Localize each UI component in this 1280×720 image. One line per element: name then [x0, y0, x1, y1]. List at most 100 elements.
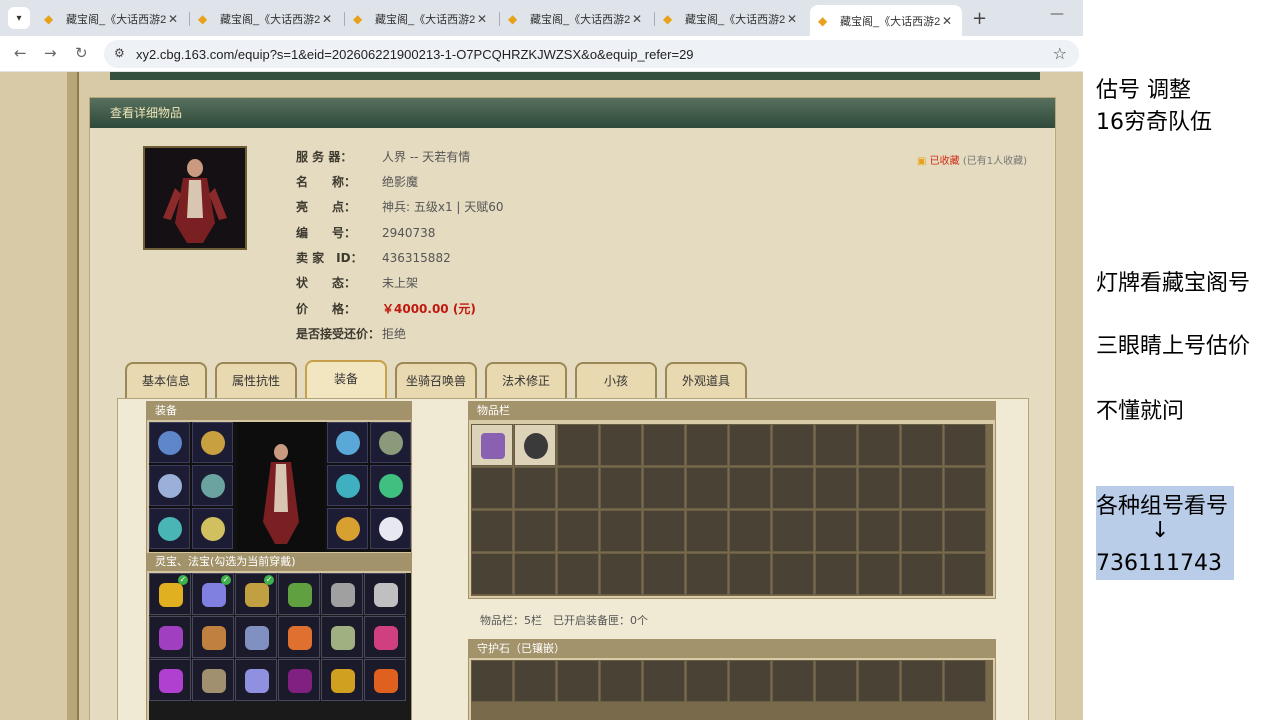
lingbao-slot[interactable]	[364, 616, 406, 658]
inventory-slot[interactable]	[557, 510, 599, 552]
inventory-slot[interactable]	[901, 424, 943, 466]
equip-slot[interactable]	[149, 465, 190, 506]
close-icon[interactable]: ✕	[320, 12, 334, 26]
lingbao-slot[interactable]	[321, 573, 363, 615]
inventory-slot[interactable]	[514, 424, 556, 466]
close-icon[interactable]: ✕	[785, 12, 799, 26]
tab-spell-correction[interactable]: 法术修正	[485, 362, 567, 398]
lingbao-slot[interactable]: ✓	[235, 573, 277, 615]
guard-slot[interactable]	[729, 660, 771, 702]
inventory-slot[interactable]	[729, 467, 771, 509]
inventory-slot[interactable]	[557, 467, 599, 509]
guard-slot[interactable]	[772, 660, 814, 702]
inventory-slot[interactable]	[858, 467, 900, 509]
inventory-slot[interactable]	[686, 553, 728, 595]
lingbao-slot[interactable]	[364, 659, 406, 701]
lingbao-slot[interactable]	[278, 659, 320, 701]
close-icon[interactable]: ✕	[475, 12, 489, 26]
inventory-slot[interactable]	[858, 553, 900, 595]
inventory-slot[interactable]	[772, 424, 814, 466]
lingbao-slot[interactable]	[364, 573, 406, 615]
close-icon[interactable]: ✕	[940, 14, 954, 28]
favorite-note[interactable]: ▣ 已收藏 (已有1人收藏)	[917, 152, 1027, 167]
lingbao-slot[interactable]	[235, 659, 277, 701]
inventory-slot[interactable]	[643, 553, 685, 595]
reload-icon[interactable]: ↻	[75, 44, 88, 62]
inventory-slot[interactable]	[729, 424, 771, 466]
lingbao-slot[interactable]: ✓	[149, 573, 191, 615]
inventory-slot[interactable]	[600, 510, 642, 552]
close-icon[interactable]: ✕	[166, 12, 180, 26]
lingbao-slot[interactable]	[192, 659, 234, 701]
lingbao-slot[interactable]	[149, 616, 191, 658]
equip-slot[interactable]	[192, 422, 233, 463]
inventory-slot[interactable]	[514, 467, 556, 509]
inventory-slot[interactable]	[557, 424, 599, 466]
tab-basic-info[interactable]: 基本信息	[125, 362, 207, 398]
guard-slot[interactable]	[858, 660, 900, 702]
equip-slot[interactable]	[370, 465, 411, 506]
minimize-icon[interactable]: —	[1050, 6, 1064, 22]
inventory-slot[interactable]	[772, 510, 814, 552]
lingbao-slot[interactable]	[235, 616, 277, 658]
site-settings-icon[interactable]: ⚙	[114, 46, 125, 60]
tab-3[interactable]: ◆ 藏宝阁_《大话西游2》 ✕	[345, 6, 497, 32]
guard-slot[interactable]	[901, 660, 943, 702]
inventory-slot[interactable]	[729, 510, 771, 552]
inventory-slot[interactable]	[901, 510, 943, 552]
guard-slot[interactable]	[600, 660, 642, 702]
inventory-slot[interactable]	[643, 467, 685, 509]
inventory-slot[interactable]	[858, 424, 900, 466]
inventory-slot[interactable]	[514, 553, 556, 595]
lingbao-slot[interactable]	[321, 659, 363, 701]
tab-6-active[interactable]: ◆ 藏宝阁_《大话西游2》 ✕	[810, 5, 962, 36]
lingbao-slot[interactable]	[192, 616, 234, 658]
address-bar[interactable]: ⚙ xy2.cbg.163.com/equip?s=1&eid=20260622…	[104, 40, 1079, 68]
inventory-slot[interactable]	[815, 467, 857, 509]
inventory-slot[interactable]	[600, 467, 642, 509]
equip-slot[interactable]	[192, 508, 233, 549]
inventory-slot[interactable]	[643, 424, 685, 466]
guard-slot[interactable]	[944, 660, 986, 702]
guard-slot[interactable]	[557, 660, 599, 702]
tab-mounts-pets[interactable]: 坐骑召唤兽	[395, 362, 477, 398]
lingbao-slot[interactable]: ✓	[192, 573, 234, 615]
lingbao-slot[interactable]	[278, 616, 320, 658]
equip-slot[interactable]	[370, 508, 411, 549]
equip-slot[interactable]	[149, 422, 190, 463]
tab-1[interactable]: ◆ 藏宝阁_《大话西游2》 ✕	[36, 6, 188, 32]
inventory-slot[interactable]	[686, 467, 728, 509]
forward-icon[interactable]: →	[44, 44, 57, 62]
equip-slot[interactable]	[192, 465, 233, 506]
equip-slot[interactable]	[149, 508, 190, 549]
equip-slot[interactable]	[327, 422, 368, 463]
inventory-slot[interactable]	[815, 510, 857, 552]
inventory-slot[interactable]	[944, 553, 986, 595]
inventory-slot[interactable]	[815, 424, 857, 466]
tab-search-button[interactable]: ▾	[8, 7, 30, 29]
tab-appearance-items[interactable]: 外观道具	[665, 362, 747, 398]
inventory-slot[interactable]	[772, 467, 814, 509]
guard-slot[interactable]	[643, 660, 685, 702]
lingbao-slot[interactable]	[278, 573, 320, 615]
inventory-slot[interactable]	[643, 510, 685, 552]
equip-slot[interactable]	[370, 422, 411, 463]
equip-slot[interactable]	[327, 465, 368, 506]
inventory-slot[interactable]	[858, 510, 900, 552]
new-tab-button[interactable]: +	[972, 8, 987, 29]
bookmark-star-icon[interactable]: ☆	[1053, 44, 1067, 63]
inventory-slot[interactable]	[772, 553, 814, 595]
tab-4[interactable]: ◆ 藏宝阁_《大话西游2》 ✕	[500, 6, 652, 32]
inventory-slot[interactable]	[944, 424, 986, 466]
close-icon[interactable]: ✕	[630, 12, 644, 26]
inventory-slot[interactable]	[901, 553, 943, 595]
inventory-slot[interactable]	[686, 424, 728, 466]
lingbao-slot[interactable]	[149, 659, 191, 701]
inventory-slot[interactable]	[815, 553, 857, 595]
guard-slot[interactable]	[686, 660, 728, 702]
inventory-slot[interactable]	[901, 467, 943, 509]
inventory-slot[interactable]	[471, 553, 513, 595]
guard-slot[interactable]	[514, 660, 556, 702]
tab-children[interactable]: 小孩	[575, 362, 657, 398]
inventory-slot[interactable]	[600, 424, 642, 466]
